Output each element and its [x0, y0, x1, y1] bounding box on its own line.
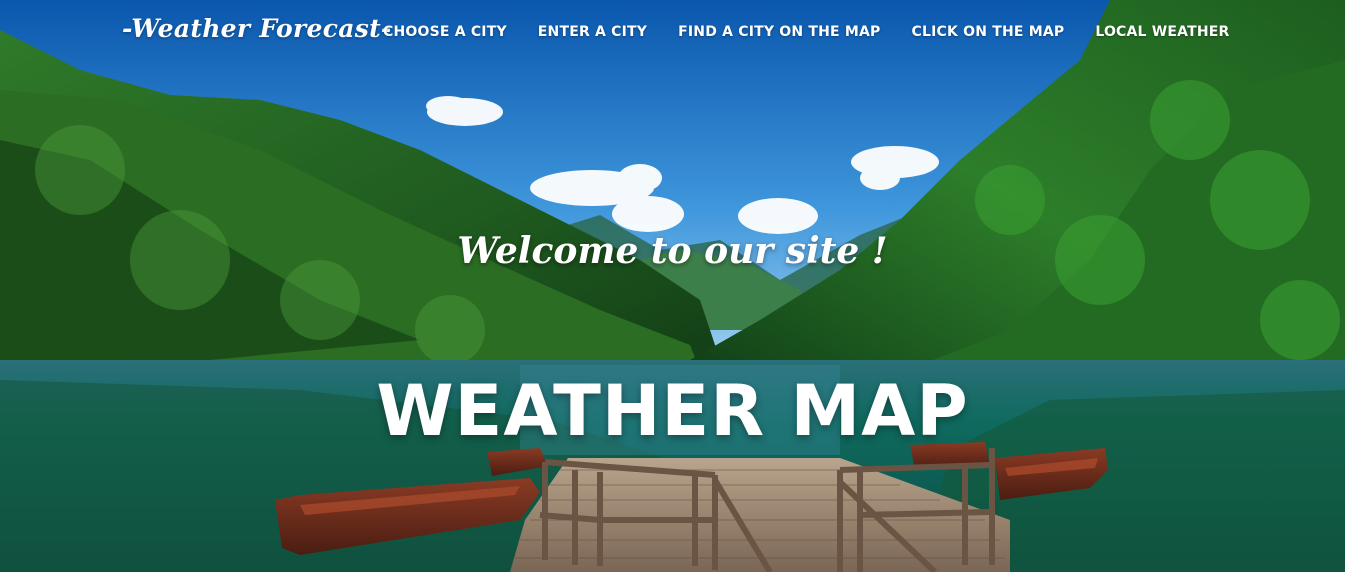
- top-navbar: -Weather Forecast- CHOOSE A CITY ENTER A…: [0, 0, 1345, 66]
- landscape-image: [0, 0, 1345, 572]
- site-logo[interactable]: -Weather Forecast-: [122, 14, 392, 43]
- hero-background: [0, 0, 1345, 572]
- nav-click-on-the-map[interactable]: CLICK ON THE MAP: [912, 24, 1065, 44]
- nav-enter-a-city[interactable]: ENTER A CITY: [538, 24, 647, 44]
- nav-local-weather[interactable]: LOCAL WEATHER: [1095, 24, 1229, 44]
- main-nav: CHOOSE A CITY ENTER A CITY FIND A CITY O…: [383, 24, 1230, 44]
- page-title: WEATHER MAP: [376, 370, 969, 452]
- nav-find-a-city-on-the-map[interactable]: FIND A CITY ON THE MAP: [678, 24, 880, 44]
- welcome-heading: Welcome to our site !: [457, 230, 888, 272]
- nav-choose-a-city[interactable]: CHOOSE A CITY: [383, 24, 507, 44]
